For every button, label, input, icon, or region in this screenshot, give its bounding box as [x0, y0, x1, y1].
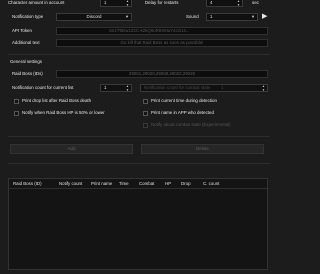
sound-value: 1	[210, 14, 213, 19]
combat-count-stepper[interactable]: Notification count for combat state 1 ▲ ▼	[140, 84, 268, 92]
delay-value: 4	[210, 0, 213, 5]
stepper-arrows-icon[interactable]: ▲ ▼	[237, 0, 240, 7]
notify-hp-checkbox[interactable]: Notify when Raid Boss HP is 50% or lower	[14, 110, 105, 116]
column-header-combat[interactable]: Combat	[135, 179, 161, 188]
print-drop-checkbox[interactable]: Print drop list after Raid Boss death	[14, 98, 91, 104]
stepper-arrows-icon[interactable]: ▲ ▼	[126, 84, 129, 92]
raid-boss-ids-label: Raid Boss (IDs)	[12, 71, 43, 76]
column-header-time[interactable]: Time	[115, 179, 135, 188]
notification-type-label: Notification type	[12, 14, 44, 19]
checkbox-box[interactable]	[143, 110, 148, 116]
column-header-drop[interactable]: Drop	[177, 179, 199, 188]
combat-count-label: Notification count for combat state	[144, 85, 211, 90]
checkbox-box[interactable]	[14, 110, 19, 116]
notify-combat-label: Notify about combat state (Experimental)	[151, 122, 231, 127]
column-header-hp[interactable]: HP	[161, 179, 177, 188]
character-amount-label: Character amount in account	[8, 0, 65, 5]
checkbox-box[interactable]	[14, 98, 19, 104]
additional-text-label: Additional text	[12, 40, 40, 45]
play-icon[interactable]: ▶	[262, 12, 267, 21]
notification-count-label: Notification count for current list	[12, 85, 74, 90]
chevron-down-icon: ▼	[251, 14, 255, 19]
add-button[interactable]: Add	[10, 144, 133, 154]
table-header: Raid Boss (ID) Notify count Print name T…	[9, 179, 267, 189]
stepper-arrows-icon[interactable]: ▲ ▼	[126, 0, 129, 7]
print-time-checkbox[interactable]: Print current time during detection	[143, 98, 217, 104]
additional-text-field[interactable]: Go kill that Raid Boss as soon as possib…	[56, 39, 268, 47]
column-header-notify-count[interactable]: Notify count	[55, 179, 87, 188]
notify-combat-checkbox[interactable]: Notify about combat state (Experimental)	[143, 122, 231, 128]
delay-label: Delay for restarts	[145, 0, 179, 5]
combat-count-value: 1	[221, 85, 224, 90]
column-header-c-count[interactable]: C. count	[199, 179, 233, 188]
delay-unit: sec	[252, 0, 259, 5]
divider	[8, 54, 270, 55]
stepper-arrows-icon[interactable]: ▲ ▼	[262, 84, 265, 92]
notification-count-value: 1	[104, 85, 107, 90]
column-header-print-name[interactable]: Print name	[87, 179, 115, 188]
api-token-field[interactable]: Sn1T9Dw1Z2C-k2kQ9oR8XMuY4cG1s...	[56, 27, 268, 35]
sound-select[interactable]: 1 ▼	[206, 13, 258, 21]
character-amount-value: 1	[104, 0, 107, 5]
general-settings-label: General settings	[10, 59, 42, 64]
sound-label: Sound	[186, 14, 199, 19]
checkbox-box[interactable]	[143, 98, 148, 104]
chevron-down-icon: ▼	[125, 14, 129, 19]
column-header-raid-boss[interactable]: Raid Boss (ID)	[9, 179, 55, 188]
divider	[8, 136, 270, 137]
notification-type-value: Discord	[86, 14, 102, 19]
api-token-label: API Token	[12, 28, 32, 33]
print-time-label: Print current time during detection	[151, 98, 217, 103]
print-name-label: Print name in APP who detected	[151, 110, 214, 115]
notify-hp-label: Notify when Raid Boss HP is 50% or lower	[22, 110, 105, 115]
print-drop-label: Print drop list after Raid Boss death	[22, 98, 92, 103]
raid-boss-ids-field[interactable]: 29001,29020,29068,29022,29028	[56, 70, 268, 78]
divider	[8, 163, 270, 164]
notification-type-select[interactable]: Discord ▼	[56, 13, 132, 21]
checkbox-box[interactable]	[143, 122, 148, 128]
delete-button[interactable]: Delete	[141, 144, 264, 154]
character-amount-stepper[interactable]: 1 ▲ ▼	[100, 0, 132, 7]
notification-count-stepper[interactable]: 1 ▲ ▼	[100, 84, 132, 92]
print-name-checkbox[interactable]: Print name in APP who detected	[143, 110, 214, 116]
delay-stepper[interactable]: 4 ▲ ▼	[206, 0, 243, 7]
raid-boss-table[interactable]: Raid Boss (ID) Notify count Print name T…	[8, 178, 268, 270]
